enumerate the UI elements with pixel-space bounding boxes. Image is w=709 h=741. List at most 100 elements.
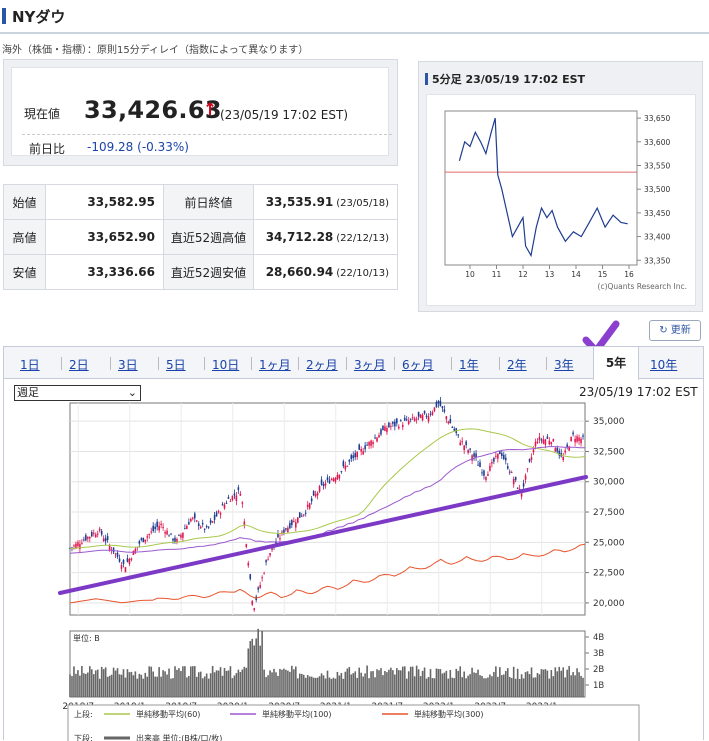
volume-bar — [174, 666, 176, 697]
refresh-button[interactable]: ↻ 更新 — [649, 320, 701, 341]
candle-body — [211, 521, 214, 523]
volume-bar — [431, 678, 434, 697]
current-price-label: 現在値 — [24, 107, 61, 121]
tab-1年[interactable]: 1年 — [459, 356, 479, 373]
candle-body — [166, 530, 168, 535]
candle-body — [197, 523, 200, 526]
volume-bar — [328, 677, 331, 697]
candle-body — [516, 487, 519, 489]
volume-bar — [207, 678, 210, 697]
volume-bar — [439, 669, 442, 697]
volume-bar — [455, 668, 458, 697]
candle-body — [463, 445, 465, 451]
volume-bar — [178, 668, 180, 697]
candle-body — [219, 513, 222, 515]
candle-body — [146, 536, 149, 538]
candle-body — [437, 401, 440, 404]
volume-bar — [201, 678, 204, 697]
candle-body — [368, 441, 370, 446]
candle-body — [396, 418, 398, 424]
volume-bar — [491, 676, 493, 697]
tab-separator — [110, 357, 111, 370]
candle-body — [207, 526, 210, 528]
volume-bar — [213, 672, 216, 697]
tab-2日[interactable]: 2日 — [69, 356, 89, 373]
volume-bar — [108, 675, 111, 697]
tab-5日[interactable]: 5日 — [166, 356, 186, 373]
tab-10日[interactable]: 10日 — [212, 356, 239, 373]
tab-1日[interactable]: 1日 — [20, 356, 40, 373]
volume-bar — [582, 677, 584, 697]
tab-6ヶ月[interactable]: 6ヶ月 — [402, 356, 434, 373]
tab-3日[interactable]: 3日 — [118, 356, 138, 373]
candle-body — [221, 504, 224, 506]
volume-bar — [516, 668, 519, 697]
tab-5年[interactable]: 5年 — [593, 346, 639, 380]
candle-body — [241, 502, 244, 504]
volume-y-tick-label: 4B — [593, 633, 604, 643]
candle-body — [336, 475, 339, 480]
tab-3年[interactable]: 3年 — [554, 356, 574, 373]
candle-body — [261, 577, 263, 579]
intraday-x-tick-label: 12 — [518, 270, 528, 279]
candle-body — [497, 453, 499, 459]
volume-bar — [112, 667, 115, 697]
volume-bar — [160, 676, 162, 697]
candle-body — [108, 545, 111, 551]
candle-body — [106, 536, 109, 541]
tab-separator — [298, 357, 299, 370]
volume-bar — [512, 666, 515, 697]
volume-bar — [308, 676, 311, 697]
price-y-tick-label: 35,000 — [593, 417, 625, 427]
candle-body — [89, 536, 91, 539]
candle-body — [520, 493, 523, 497]
candle-body — [229, 500, 232, 502]
volume-bar — [368, 678, 370, 697]
volume-bar — [463, 671, 465, 697]
candle-body — [195, 520, 198, 522]
stat-label: 直近52週高値 — [163, 219, 254, 255]
candle-body — [289, 523, 291, 529]
candle-body — [417, 411, 420, 417]
candle-body — [489, 465, 491, 471]
volume-bar — [180, 671, 182, 697]
period-tabs: 1日 2日 3日 5日 10日 1ヶ月 2ヶ月 3ヶ月 6ヶ月 1年 2年 3年 5年 10年 — [4, 346, 703, 380]
volume-bar — [89, 666, 91, 697]
tab-2年[interactable]: 2年 — [507, 356, 527, 373]
candle-body — [334, 478, 337, 482]
candle-body — [87, 536, 89, 539]
volume-bar — [534, 677, 537, 697]
tab-3ヶ月[interactable]: 3ヶ月 — [354, 356, 386, 373]
candle-body — [225, 502, 228, 504]
price-y-tick-label: 25,000 — [593, 538, 625, 548]
volume-y-tick-label: 1B — [593, 681, 604, 691]
volume-bar — [142, 678, 145, 697]
candle-body — [530, 457, 533, 460]
tab-1ヶ月[interactable]: 1ヶ月 — [259, 356, 291, 373]
volume-bar — [386, 672, 388, 697]
tab-2ヶ月[interactable]: 2ヶ月 — [306, 356, 338, 373]
tab-10年[interactable]: 10年 — [650, 356, 677, 373]
volume-bar — [530, 667, 533, 697]
candle-body — [534, 441, 537, 447]
candle-body — [540, 439, 543, 441]
price-plot-area — [69, 402, 586, 616]
intraday-x-tick-label: 16 — [624, 270, 634, 279]
candle-body — [308, 503, 311, 509]
volume-bar — [261, 630, 263, 697]
candle-body — [469, 448, 471, 450]
candle-body — [382, 425, 384, 431]
volume-bar — [229, 666, 232, 697]
volume-bar — [253, 645, 256, 697]
candle-body — [425, 415, 428, 417]
volume-bar — [231, 678, 234, 697]
volume-bar — [302, 674, 305, 697]
volume-bar — [140, 674, 143, 697]
volume-bar — [487, 677, 489, 697]
volume-bar — [312, 677, 315, 697]
volume-bar — [241, 669, 244, 697]
candle-body — [483, 470, 485, 476]
volume-bar — [558, 666, 561, 697]
title-accent-bar — [2, 8, 6, 24]
volume-bar — [104, 667, 107, 697]
